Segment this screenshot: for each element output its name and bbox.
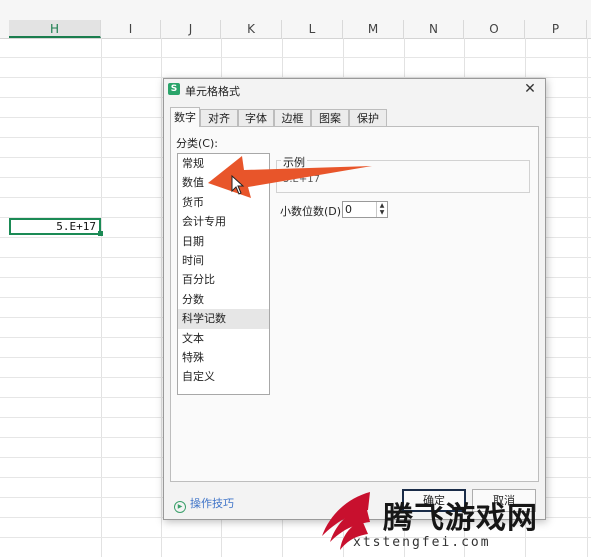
- tab-border[interactable]: 边框: [274, 109, 311, 126]
- tab-number[interactable]: 数字: [170, 107, 200, 127]
- category-item-date[interactable]: 日期: [178, 232, 269, 251]
- column-header-k[interactable]: K: [221, 20, 282, 38]
- fill-handle[interactable]: [98, 231, 103, 236]
- spreadsheet-window: H I J K L M N O P 5.E+17 S 单元格格式 ✕ 数字 对齐…: [0, 0, 591, 557]
- decimal-places-label: 小数位数(D):: [280, 205, 345, 218]
- sample-label: 示例: [281, 154, 307, 170]
- tips-link[interactable]: ▶ 操作技巧: [174, 495, 234, 513]
- category-item-percentage[interactable]: 百分比: [178, 270, 269, 289]
- column-header-o[interactable]: O: [464, 20, 525, 38]
- category-item-accounting[interactable]: 会计专用: [178, 212, 269, 231]
- column-header-l[interactable]: L: [282, 20, 343, 38]
- category-item-text[interactable]: 文本: [178, 329, 269, 348]
- category-item-scientific[interactable]: 科学记数: [178, 309, 269, 329]
- tab-protection[interactable]: 保护: [349, 109, 387, 126]
- category-item-general[interactable]: 常规: [178, 154, 269, 173]
- spin-down-icon[interactable]: ▼: [377, 209, 387, 216]
- number-tab-panel: 分类(C): 常规 数值 货币 会计专用 日期 时间 百分比 分数 科学记数 文…: [170, 126, 539, 482]
- watermark-text: 腾飞游戏网: [383, 501, 538, 536]
- column-header-j[interactable]: J: [161, 20, 221, 38]
- dialog-title: 单元格格式: [185, 85, 240, 98]
- tab-font[interactable]: 字体: [238, 109, 274, 126]
- watermark-url: xtstengfei.com: [353, 535, 491, 550]
- tab-pattern[interactable]: 图案: [311, 109, 349, 126]
- format-cells-dialog: S 单元格格式 ✕ 数字 对齐 字体 边框 图案 保护 分类(C): 常规 数值…: [163, 78, 546, 520]
- spin-buttons[interactable]: ▲ ▼: [376, 202, 387, 217]
- selected-cell[interactable]: 5.E+17: [9, 218, 101, 235]
- category-label: 分类(C):: [176, 137, 218, 150]
- close-icon[interactable]: ✕: [522, 81, 538, 97]
- column-header-m[interactable]: M: [343, 20, 404, 38]
- decimal-places-stepper[interactable]: 0 ▲ ▼: [342, 201, 388, 218]
- category-item-fraction[interactable]: 分数: [178, 290, 269, 309]
- column-header-bar: H I J K L M N O P: [0, 0, 591, 39]
- column-header-p[interactable]: P: [525, 20, 587, 38]
- tab-alignment[interactable]: 对齐: [200, 109, 238, 126]
- spin-up-icon[interactable]: ▲: [377, 202, 387, 209]
- sample-value: 5.E+17: [283, 174, 320, 185]
- play-circle-icon: ▶: [174, 501, 186, 513]
- category-item-time[interactable]: 时间: [178, 251, 269, 270]
- sheet-app-icon: S: [168, 83, 180, 95]
- sample-box: 5.E+17: [276, 160, 530, 193]
- category-item-number[interactable]: 数值: [178, 173, 269, 192]
- dialog-titlebar[interactable]: S 单元格格式 ✕: [164, 79, 545, 101]
- column-header-h[interactable]: H: [9, 20, 101, 38]
- category-item-currency[interactable]: 货币: [178, 193, 269, 212]
- decimal-places-value[interactable]: 0: [345, 203, 352, 216]
- tips-label[interactable]: 操作技巧: [190, 497, 234, 510]
- category-item-custom[interactable]: 自定义: [178, 367, 269, 386]
- category-list[interactable]: 常规 数值 货币 会计专用 日期 时间 百分比 分数 科学记数 文本 特殊 自定…: [177, 153, 270, 395]
- column-header-n[interactable]: N: [404, 20, 464, 38]
- column-header-i[interactable]: I: [101, 20, 161, 38]
- category-item-special[interactable]: 特殊: [178, 348, 269, 367]
